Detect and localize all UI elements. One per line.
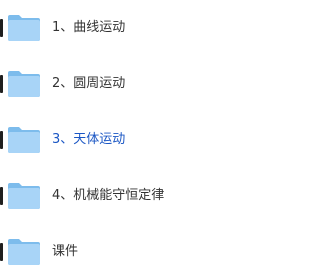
row-edge-marker (0, 187, 3, 205)
folder-name: 课件 (52, 244, 79, 259)
folder-name: 3、天体运动 (52, 132, 126, 147)
row-edge-marker (0, 75, 3, 93)
folder-icon (8, 239, 40, 265)
folder-item-4[interactable]: 4、机械能守恒定律 (0, 177, 257, 217)
folder-name: 4、机械能守恒定律 (52, 188, 165, 203)
folder-name: 1、曲线运动 (52, 20, 126, 35)
folder-icon (8, 127, 40, 153)
folder-icon (8, 15, 40, 41)
row-edge-marker (0, 131, 3, 149)
folder-item-2[interactable]: 2、圆周运动 (0, 65, 257, 105)
folder-item-5[interactable]: 课件 (0, 233, 257, 268)
folder-icon (8, 71, 40, 97)
folder-icon (8, 183, 40, 209)
folder-item-1[interactable]: 1、曲线运动 (0, 9, 257, 49)
folder-item-3[interactable]: 3、天体运动 (0, 121, 257, 161)
folder-name: 2、圆周运动 (52, 76, 126, 91)
folder-list: 1、曲线运动 2、圆周运动 3、天体运动 4、机械能守恒定律 课件 (0, 0, 257, 268)
row-edge-marker (0, 19, 3, 37)
row-edge-marker (0, 243, 3, 261)
